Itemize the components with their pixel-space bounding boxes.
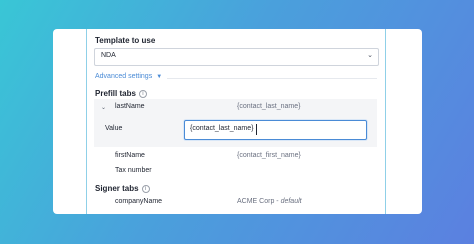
prefill-field-variable: {contact_last_name} (237, 103, 301, 110)
prefill-value-input[interactable]: {contact_last_name} (184, 120, 367, 140)
value-label: Value (105, 125, 123, 132)
chevron-down-icon: ⌄ (367, 52, 373, 59)
advanced-settings-label: Advanced settings (95, 73, 153, 80)
signer-row-default-tag: default (280, 198, 302, 205)
template-select[interactable]: NDA ⌄ (94, 48, 379, 66)
signer-row-value: ACME Corp - default (237, 198, 302, 205)
prefill-row-name[interactable]: firstName (115, 152, 145, 159)
prefill-row-variable: {contact_first_name} (237, 152, 301, 159)
info-icon[interactable]: i (138, 90, 147, 98)
prefill-tabs-label: Prefill tabs (95, 89, 136, 98)
settings-card: Template to use NDA ⌄ Advanced settings ▼… (53, 29, 422, 214)
caret-down-icon: ▼ (156, 74, 163, 80)
prefill-field-name: lastName (115, 103, 145, 110)
advanced-divider (167, 78, 377, 79)
signer-row-name[interactable]: companyName (115, 198, 162, 205)
info-icon[interactable]: i (141, 185, 150, 193)
guide-line-right (385, 29, 386, 214)
signer-tabs-label: Signer tabs (95, 184, 139, 193)
text-cursor (256, 124, 257, 135)
signer-tabs-heading: Signer tabs i (95, 184, 150, 193)
template-label: Template to use (95, 36, 156, 45)
chevron-down-icon[interactable]: ⌄ (101, 104, 106, 111)
prefill-row-name[interactable]: Tax number (115, 167, 152, 174)
template-select-value: NDA (101, 52, 116, 59)
prefill-tabs-heading: Prefill tabs i (95, 89, 147, 98)
signer-row-default-value: ACME Corp (237, 198, 275, 205)
prefill-value-text: {contact_last_name} (190, 125, 254, 132)
guide-line-left (86, 29, 87, 214)
advanced-settings-toggle[interactable]: Advanced settings ▼ (95, 73, 162, 80)
